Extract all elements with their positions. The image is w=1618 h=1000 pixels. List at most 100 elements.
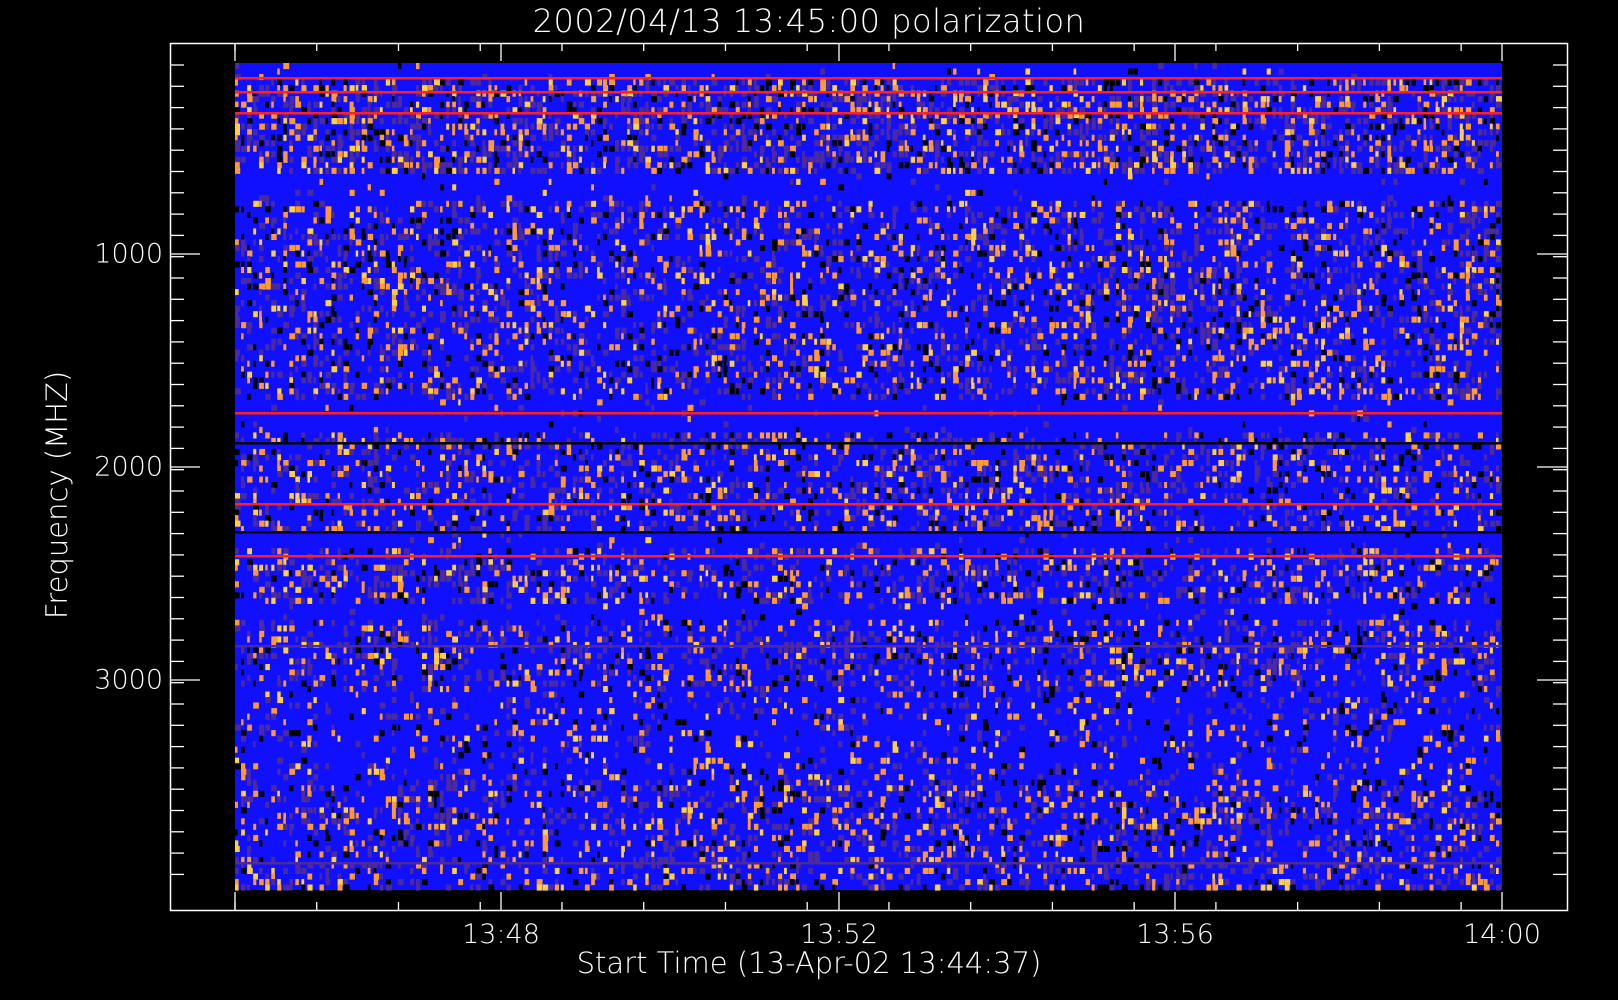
heatmap-cell — [482, 167, 487, 174]
heatmap-cell — [922, 256, 928, 263]
heatmap-cell — [1061, 211, 1068, 218]
heatmap-cell — [1103, 322, 1110, 329]
heatmap-cell — [1164, 96, 1168, 103]
heatmap-cell — [578, 156, 582, 163]
heatmap-cell — [609, 200, 615, 207]
heatmap-cell — [916, 101, 923, 108]
heatmap-cell — [410, 371, 413, 378]
heatmap-cell — [265, 206, 271, 213]
heatmap-cell — [1423, 140, 1428, 147]
heatmap-cell — [603, 123, 606, 130]
heatmap-cell — [1019, 222, 1024, 229]
heatmap-cell — [1115, 129, 1119, 136]
heatmap-cell — [464, 217, 471, 224]
heatmap-cell — [458, 388, 462, 395]
heatmap-cell — [983, 140, 989, 147]
heatmap-cell — [1140, 267, 1144, 274]
heatmap-cell — [898, 278, 902, 285]
heatmap-cell — [916, 278, 921, 285]
heatmap-cell — [1333, 233, 1337, 240]
heatmap-cell — [741, 101, 747, 108]
heatmap-cell — [892, 134, 898, 141]
heatmap-cell — [1429, 162, 1435, 169]
heatmap-cell — [470, 211, 476, 218]
heatmap-cell — [1387, 145, 1392, 152]
heatmap-cell — [1302, 300, 1306, 307]
heatmap-cell — [971, 360, 975, 367]
heatmap-cell — [820, 68, 825, 75]
heatmap-cell — [717, 289, 722, 296]
heatmap-cell — [1019, 228, 1024, 235]
heatmap-cell — [1019, 151, 1025, 158]
heatmap-cell — [1465, 349, 1472, 356]
heatmap-cell — [470, 206, 474, 213]
heatmap-cell — [512, 217, 519, 224]
heatmap-cell — [796, 211, 802, 218]
heatmap-cell — [1327, 311, 1330, 318]
heatmap-cell — [536, 233, 540, 240]
heatmap-cell — [741, 338, 747, 345]
heatmap-cell — [518, 250, 522, 257]
heatmap-cell — [1405, 167, 1412, 174]
heatmap-cell — [1447, 200, 1454, 207]
heatmap-cell — [663, 305, 668, 312]
heatmap-cell — [458, 200, 463, 207]
heatmap-cell — [699, 101, 704, 108]
heatmap-cell — [1031, 101, 1036, 108]
heatmap-cell — [446, 145, 450, 152]
heatmap-cell — [971, 382, 975, 389]
heatmap-cell — [759, 300, 765, 307]
heatmap-cell — [253, 382, 258, 389]
heatmap-cell — [1109, 134, 1115, 141]
heatmap-cell — [886, 272, 892, 279]
heatmap-cell — [1411, 305, 1418, 312]
heatmap-cell — [778, 278, 782, 285]
heatmap-cell — [283, 63, 290, 70]
heatmap-cell — [1031, 366, 1036, 373]
heatmap-cell — [1170, 244, 1174, 251]
heatmap-cell — [325, 239, 330, 246]
heatmap-cell — [385, 250, 390, 257]
heatmap-cell — [928, 360, 933, 367]
heatmap-cell — [772, 300, 778, 307]
heatmap-cell — [1483, 322, 1489, 329]
heatmap-cell — [1164, 300, 1168, 307]
heatmap-cell — [1079, 300, 1085, 307]
heatmap-cell — [1357, 134, 1360, 141]
heatmap-cell — [1351, 366, 1356, 373]
heatmap-cell — [1345, 267, 1349, 274]
heatmap-cell — [367, 101, 371, 108]
heatmap-cell — [759, 355, 764, 362]
heatmap-cell — [838, 167, 843, 174]
heatmap-cell — [1471, 338, 1476, 345]
heatmap-cell — [1176, 261, 1182, 268]
heatmap-cell — [705, 206, 709, 213]
heatmap-cell — [850, 322, 855, 329]
heatmap-cell — [416, 233, 419, 240]
heatmap-cell — [651, 366, 658, 373]
heatmap-cell — [548, 267, 554, 274]
heatmap-cell — [361, 134, 367, 141]
heatmap-cell — [826, 85, 830, 92]
heatmap-cell — [1085, 283, 1089, 290]
heatmap-cell — [1423, 278, 1428, 285]
heatmap-cell — [977, 211, 984, 218]
heatmap-cell — [536, 272, 543, 279]
heatmap-cell — [1218, 371, 1223, 378]
heatmap-cell — [1212, 294, 1217, 301]
heatmap-cell — [663, 261, 669, 268]
heatmap-cell — [548, 228, 554, 235]
heatmap-cell — [1176, 311, 1181, 318]
heatmap-cell — [1212, 338, 1218, 345]
heatmap-cell — [1164, 239, 1170, 246]
heatmap-cell — [1302, 145, 1307, 152]
heatmap-cell — [687, 162, 693, 169]
heatmap-cell — [367, 96, 373, 103]
heatmap-cell — [669, 162, 674, 169]
heatmap-cell — [1091, 344, 1097, 351]
heatmap-cell — [1140, 371, 1146, 378]
heatmap-cell — [512, 151, 517, 158]
heatmap-cell — [965, 79, 970, 86]
heatmap-cell — [868, 283, 872, 290]
heatmap-cell — [1236, 355, 1239, 362]
